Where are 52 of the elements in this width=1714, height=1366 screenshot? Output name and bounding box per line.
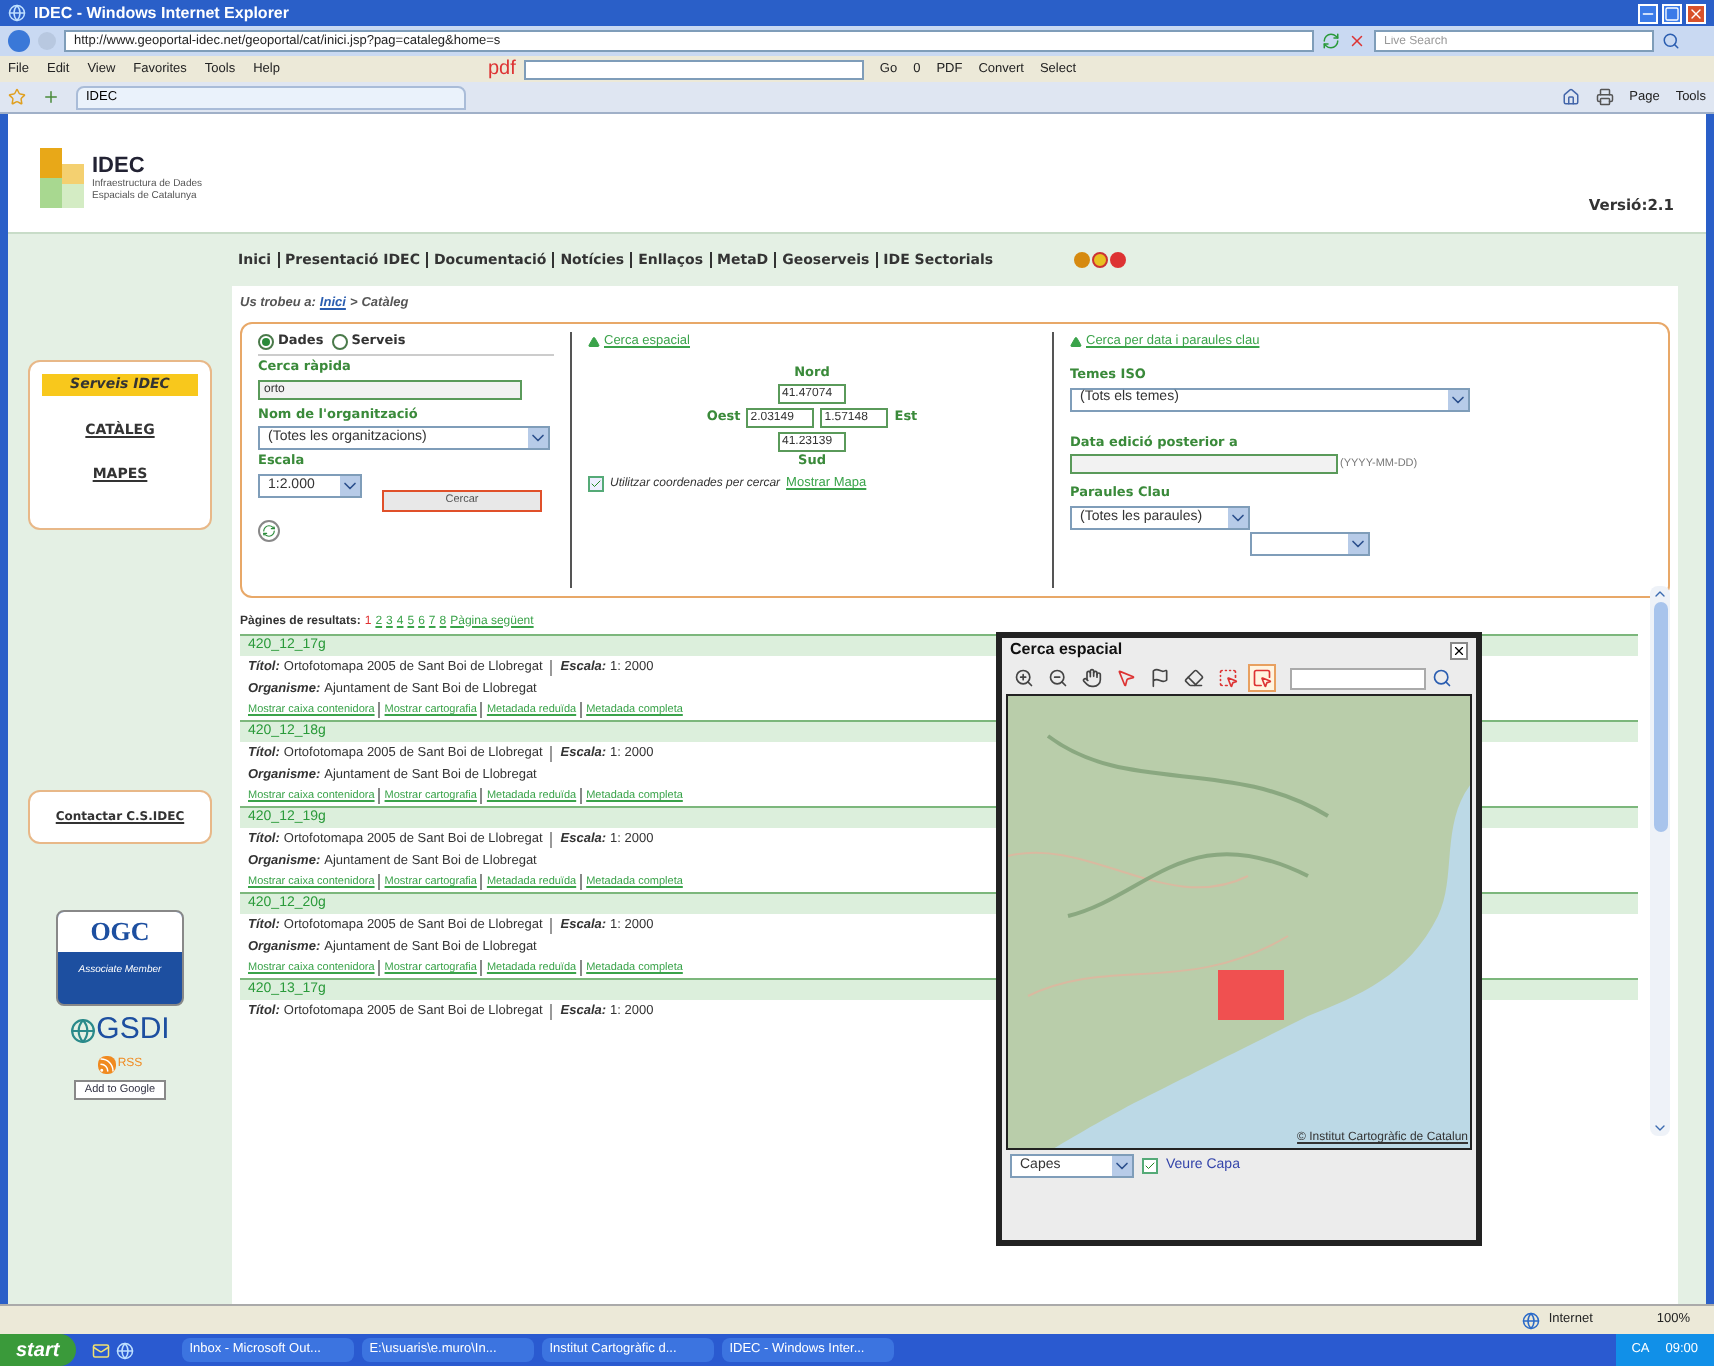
collapse-icon[interactable] <box>1070 335 1082 348</box>
radio-button[interactable] <box>331 333 348 350</box>
zoom-out-icon[interactable] <box>1044 664 1072 692</box>
date-field[interactable] <box>1070 454 1338 475</box>
selection-icon[interactable] <box>1248 664 1276 692</box>
globe-icon <box>70 1017 97 1043</box>
home-icon[interactable] <box>1561 88 1580 106</box>
maximize-icon[interactable] <box>1662 3 1682 23</box>
keywords-dropdown[interactable] <box>1250 532 1370 556</box>
pdf-field[interactable] <box>523 59 864 79</box>
collapse-icon[interactable] <box>588 335 600 348</box>
dropdown-arrow-icon <box>1448 389 1468 409</box>
logo-title: IDEC <box>92 154 147 178</box>
stop-icon[interactable] <box>1348 32 1366 50</box>
browser-icon[interactable] <box>115 1341 134 1359</box>
refresh-icon[interactable] <box>258 520 280 542</box>
checkbox[interactable] <box>1142 1158 1158 1174</box>
scroll-up-icon[interactable] <box>1652 586 1668 602</box>
search-icon[interactable] <box>1432 668 1452 688</box>
checkbox[interactable] <box>588 476 604 493</box>
mail-icon[interactable] <box>91 1341 110 1359</box>
globe-icon <box>1522 1311 1541 1329</box>
minimize-icon[interactable] <box>1638 3 1658 23</box>
start-button[interactable]: start <box>0 1334 76 1366</box>
zoom-in-icon[interactable] <box>1010 664 1038 692</box>
gsdi-logo[interactable]: GSDI <box>96 1014 170 1046</box>
scrollbar[interactable] <box>1650 586 1670 1136</box>
scrollbar-thumb[interactable] <box>1653 602 1667 832</box>
dropdown-arrow-icon <box>340 476 360 496</box>
pdf-label: pdf <box>488 56 516 84</box>
eraser-icon[interactable] <box>1180 664 1208 692</box>
browser-icon <box>8 4 26 22</box>
star-icon[interactable] <box>8 88 26 106</box>
window-title: IDEC - Windows Internet Explorer <box>34 1 289 25</box>
close-icon[interactable] <box>1450 641 1468 659</box>
dialog-title: Cerca espacial <box>1010 638 1123 662</box>
print-icon[interactable] <box>1595 88 1614 106</box>
dropdown-arrow-icon <box>1112 1156 1132 1176</box>
badge-title: OGC <box>58 912 182 951</box>
dashed-selection-icon[interactable] <box>1214 664 1242 692</box>
selection-rectangle <box>1218 970 1284 1020</box>
add-favorite-icon[interactable] <box>42 88 60 106</box>
dropdown-arrow-icon <box>1228 508 1248 528</box>
hand-icon[interactable] <box>1078 664 1106 692</box>
search-icon[interactable] <box>1662 32 1680 50</box>
dropdown-arrow-icon <box>1348 534 1368 554</box>
search-input[interactable] <box>1290 667 1426 689</box>
logo-icon <box>40 148 84 208</box>
rss-icon[interactable] <box>97 1056 116 1074</box>
radio-button[interactable] <box>258 333 274 350</box>
scroll-down-icon[interactable] <box>1652 1120 1668 1136</box>
refresh-icon[interactable] <box>1322 32 1340 50</box>
